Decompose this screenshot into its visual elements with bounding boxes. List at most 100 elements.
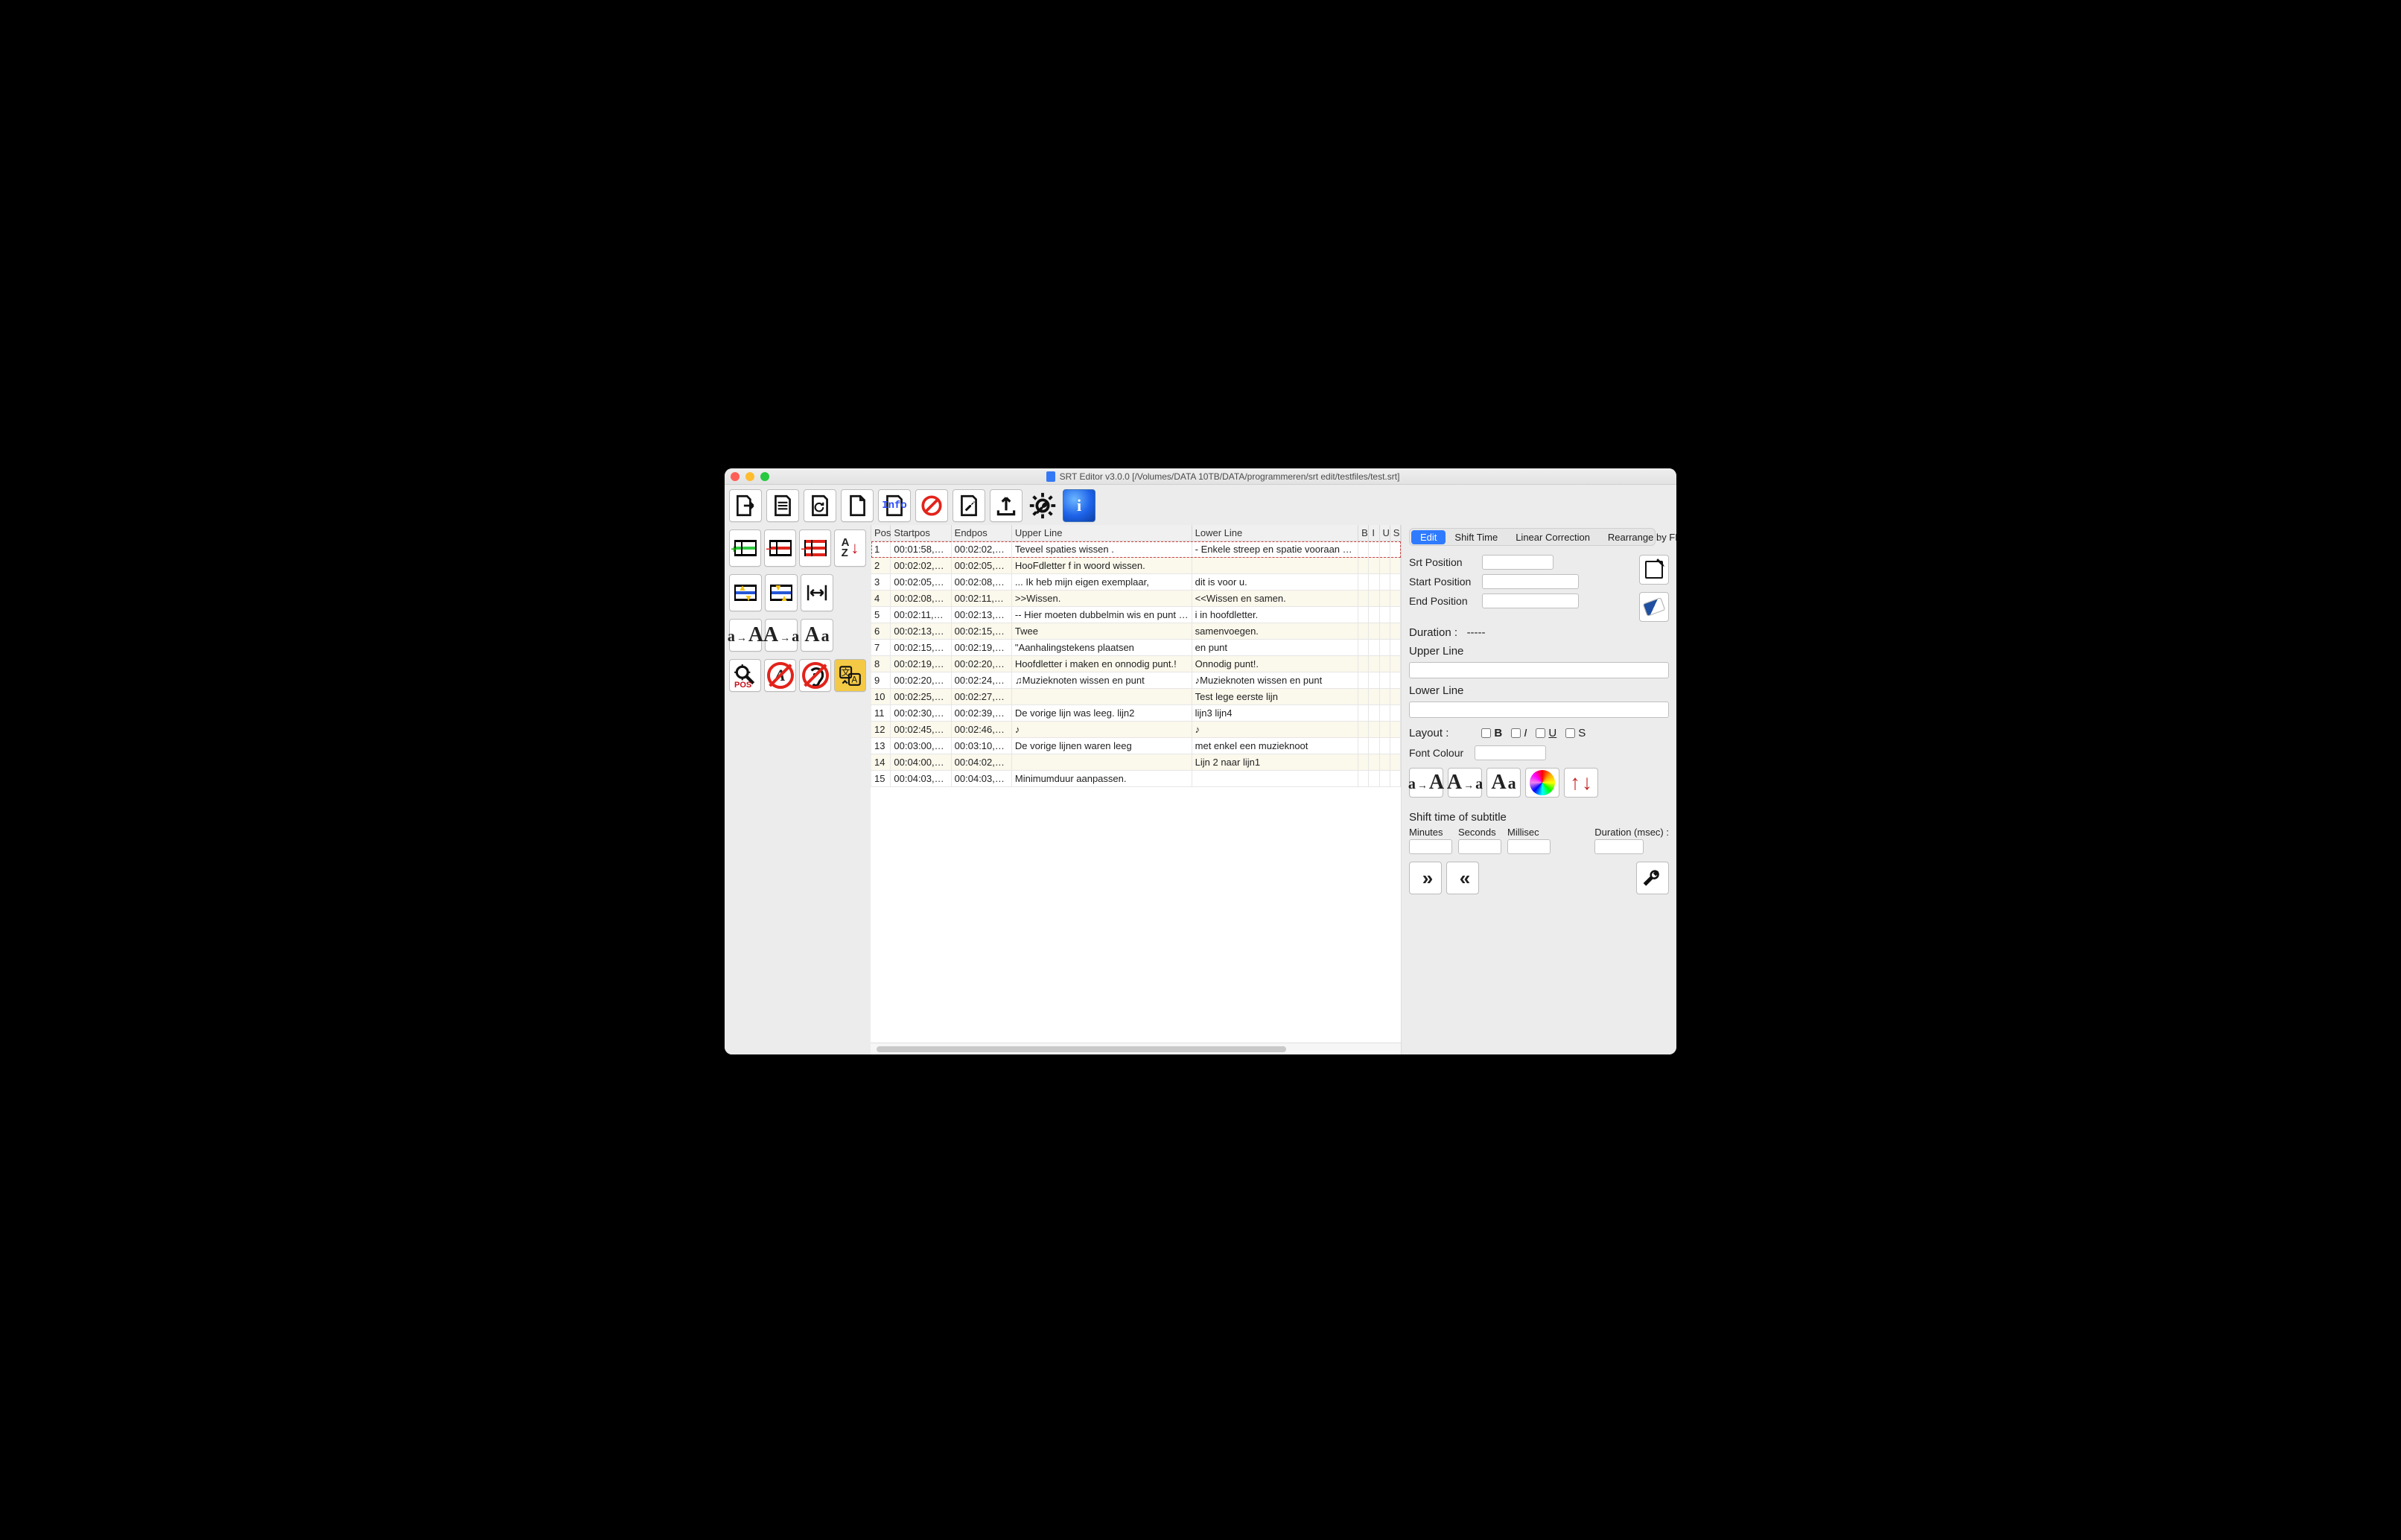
cell-lower[interactable]: met enkel een muzieknoot (1192, 738, 1358, 754)
cell-flag[interactable] (1379, 722, 1390, 738)
cell-flag[interactable] (1390, 771, 1400, 787)
cell-flag[interactable] (1379, 705, 1390, 722)
lowercase-to-upper-button[interactable]: a→A (729, 619, 762, 652)
cell-flag[interactable] (1369, 656, 1379, 672)
duration-msec-input[interactable] (1594, 839, 1644, 854)
case-button[interactable]: Aa (801, 619, 833, 652)
cell-upper[interactable]: Teveel spaties wissen . (1011, 541, 1192, 558)
cell-end[interactable]: 00:02:27,333 (951, 689, 1011, 705)
cell-end[interactable]: 00:02:08,429 (951, 574, 1011, 591)
cell-flag[interactable] (1369, 705, 1379, 722)
table-row[interactable]: 1400:04:00,00000:04:02,562Lijn 2 naar li… (871, 754, 1401, 771)
cell-start[interactable]: 00:02:15,903 (891, 640, 951, 656)
cell-start[interactable]: 00:04:00,000 (891, 754, 951, 771)
cell-start[interactable]: 00:02:25,234 (891, 689, 951, 705)
insert-row-button[interactable]: + (729, 529, 761, 567)
cell-upper[interactable]: Minimumduur aanpassen. (1011, 771, 1192, 787)
colour-picker-button[interactable] (1525, 768, 1559, 798)
col-i[interactable]: I (1369, 525, 1379, 541)
cell-flag[interactable] (1369, 722, 1379, 738)
cell-flag[interactable] (1379, 738, 1390, 754)
remove-hearing-button[interactable] (799, 659, 831, 692)
col-start[interactable]: Startpos (891, 525, 951, 541)
cell-pos[interactable]: 6 (871, 623, 891, 640)
cell-upper[interactable]: Hoofdletter i maken en onnodig punt.! (1011, 656, 1192, 672)
cell-upper[interactable]: >>Wissen. (1011, 591, 1192, 607)
cell-flag[interactable] (1369, 541, 1379, 558)
cell-flag[interactable] (1369, 623, 1379, 640)
info-file-button[interactable]: Info (878, 489, 911, 522)
table-row[interactable]: 800:02:19,37300:02:20,775Hoofdletter i m… (871, 656, 1401, 672)
cell-lower[interactable]: dit is voor u. (1192, 574, 1358, 591)
cell-flag[interactable] (1390, 574, 1400, 591)
strike-checkbox[interactable] (1565, 728, 1575, 738)
cell-end[interactable]: 00:02:39,635 (951, 705, 1011, 722)
cell-flag[interactable] (1379, 640, 1390, 656)
table-row[interactable]: 900:02:20,87500:02:24,143♫Muzieknoten wi… (871, 672, 1401, 689)
cell-lower[interactable]: i in hoofdletter. (1192, 607, 1358, 623)
cell-upper[interactable] (1011, 754, 1192, 771)
cell-pos[interactable]: 5 (871, 607, 891, 623)
cell-flag[interactable] (1369, 607, 1379, 623)
seconds-input[interactable] (1458, 839, 1501, 854)
cell-flag[interactable] (1358, 640, 1369, 656)
new-file-button[interactable] (841, 489, 874, 522)
cell-lower[interactable] (1192, 558, 1358, 574)
cell-start[interactable]: 00:01:58,551 (891, 541, 951, 558)
cell-flag[interactable] (1369, 574, 1379, 591)
cell-pos[interactable]: 4 (871, 591, 891, 607)
fix-file-button[interactable] (953, 489, 985, 522)
cell-pos[interactable]: 13 (871, 738, 891, 754)
minutes-input[interactable] (1409, 839, 1452, 854)
cell-flag[interactable] (1379, 591, 1390, 607)
merge-up-button[interactable]: ▲ ▼ (729, 574, 762, 611)
cell-flag[interactable] (1358, 574, 1369, 591)
cell-flag[interactable] (1358, 672, 1369, 689)
cell-end[interactable]: 00:02:19,273 (951, 640, 1011, 656)
cell-end[interactable]: 00:02:02,056 (951, 541, 1011, 558)
sort-button[interactable]: AZ ↓ (834, 529, 866, 567)
cell-lower[interactable] (1192, 771, 1358, 787)
forbidden-button[interactable] (915, 489, 948, 522)
cell-flag[interactable] (1369, 689, 1379, 705)
cell-flag[interactable] (1390, 541, 1400, 558)
translate-button[interactable]: 文 A (834, 659, 866, 692)
shift-backward-button[interactable]: « (1446, 862, 1479, 894)
table-row[interactable]: 200:02:02,15600:02:05,593HooFdletter f i… (871, 558, 1401, 574)
cell-flag[interactable] (1369, 771, 1379, 787)
cell-flag[interactable] (1358, 754, 1369, 771)
cell-pos[interactable]: 2 (871, 558, 891, 574)
cell-upper[interactable]: -- Hier moeten dubbelmin wis en punt kom… (1011, 607, 1192, 623)
cell-flag[interactable] (1379, 656, 1390, 672)
cell-flag[interactable] (1390, 623, 1400, 640)
col-lower[interactable]: Lower Line (1192, 525, 1358, 541)
cell-end[interactable]: 00:04:02,562 (951, 754, 1011, 771)
cell-flag[interactable] (1379, 607, 1390, 623)
window-minimize-button[interactable] (745, 472, 754, 481)
horizontal-scrollbar[interactable] (871, 1043, 1401, 1054)
cell-flag[interactable] (1358, 607, 1369, 623)
cell-pos[interactable]: 10 (871, 689, 891, 705)
apply-shift-button[interactable] (1636, 862, 1669, 894)
cell-flag[interactable] (1390, 672, 1400, 689)
table-row[interactable]: 1200:02:45,87500:02:46,365♪♪ (871, 722, 1401, 738)
col-end[interactable]: Endpos (951, 525, 1011, 541)
col-b[interactable]: B (1358, 525, 1369, 541)
cell-flag[interactable] (1390, 607, 1400, 623)
cell-flag[interactable] (1369, 591, 1379, 607)
cell-lower[interactable]: - Enkele streep en spatie vooraan wissen… (1192, 541, 1358, 558)
about-button[interactable]: i (1063, 489, 1095, 522)
cell-flag[interactable] (1390, 558, 1400, 574)
cell-flag[interactable] (1379, 689, 1390, 705)
to-lower-button[interactable]: A→a (1448, 768, 1482, 798)
cell-pos[interactable]: 9 (871, 672, 891, 689)
tab-shift-time[interactable]: Shift Time (1446, 530, 1507, 544)
cell-lower[interactable]: samenvoegen. (1192, 623, 1358, 640)
table-row[interactable]: 600:02:13,73300:02:15,803Tweesamenvoegen… (871, 623, 1401, 640)
cell-flag[interactable] (1379, 672, 1390, 689)
export-button[interactable] (990, 489, 1023, 522)
cell-flag[interactable] (1390, 738, 1400, 754)
cell-start[interactable]: 00:04:03,000 (891, 771, 951, 787)
cell-flag[interactable] (1369, 640, 1379, 656)
cell-flag[interactable] (1379, 771, 1390, 787)
